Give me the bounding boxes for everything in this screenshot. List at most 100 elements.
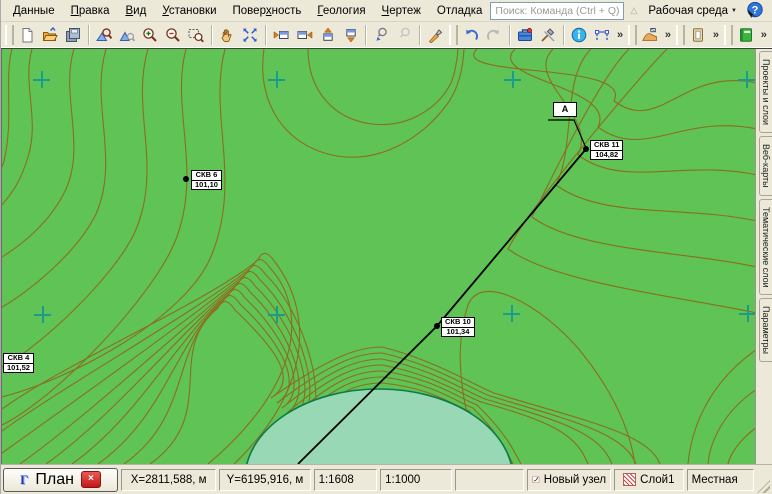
zoom-fragment-icon[interactable] [93,23,116,47]
tab-plan[interactable]: Г План × [3,468,118,492]
grid-cross-icon [503,305,520,322]
menu-item-2[interactable]: Правка [63,3,118,19]
side-panel-tabs: Проекты и слои Веб-карты Тематические слои… [755,49,772,464]
toolbar-separator [563,25,565,45]
scroll-down-icon[interactable] [339,23,362,47]
close-tab-icon[interactable]: × [81,471,101,488]
menu-item-6[interactable]: Геология [309,3,373,19]
open-folder-icon[interactable] [39,23,62,47]
toolbar-separator [265,25,267,45]
node-mode-button[interactable]: Новый узел [527,469,611,491]
toolbar-separator [88,25,90,45]
menu-item-3[interactable]: Вид [117,3,154,19]
side-tab-2[interactable]: Веб-карты [759,136,772,196]
project-box-icon[interactable] [514,23,537,47]
toolbar-separator [365,25,367,45]
app-window: ДанныеПравкаВидУстановкиПоверхностьГеоло… [0,0,772,494]
workspace-menu[interactable]: Рабочая среда ▼ [644,3,741,19]
fit-extents-icon[interactable] [239,23,262,47]
surface-tools-icon[interactable] [639,23,662,47]
help-icon[interactable]: ? [745,1,764,20]
lake [245,389,513,464]
borehole-label[interactable]: СКВ 11104,82 [590,140,623,160]
more-chevron-icon[interactable]: » [662,29,674,41]
coord-system-button[interactable]: Местная [687,469,755,491]
toolbar-grip[interactable] [5,25,14,45]
plan-view-icon: Г [20,472,28,488]
side-tab-1[interactable]: Проекты и слои [759,51,772,133]
style-brush-icon[interactable] [424,23,447,47]
borehole-point[interactable] [583,146,589,152]
sheets-tool-icon[interactable] [687,23,710,47]
pan-hand-icon[interactable] [216,23,239,47]
current-scale-field[interactable]: 1:1608 [314,469,378,491]
expand-triangle-icon: △ [631,5,638,16]
borehole-label[interactable]: СКВ 4101,52 [3,353,34,373]
map-canvas [2,49,755,464]
zoom-in-icon[interactable] [139,23,162,47]
grid-cross-icon [268,306,285,323]
grid-cross-icon [268,71,285,88]
toolbar-grip[interactable] [449,25,458,45]
zoom-to-scale-icon[interactable] [116,23,139,47]
chevron-down-icon: ▼ [731,8,737,14]
node-icon [532,473,540,486]
toolbar: » » » » [1,22,772,48]
scroll-left-icon[interactable] [270,23,293,47]
map-viewport[interactable]: СКВ 6101,10 СКВ 11104,82 СКВ 10101,34 СКВ 4… [1,49,755,464]
side-tab-3[interactable]: Тематические слои [759,199,772,296]
build-tools-icon[interactable] [537,23,560,47]
menu-item-8[interactable]: Отладка [429,3,491,19]
grid-cross-icon [738,71,755,88]
menu-item-1[interactable]: Данные [5,3,63,19]
redo-icon[interactable] [483,23,506,47]
menu-item-4[interactable]: Установки [154,3,224,19]
target-scale-field[interactable]: 1:1000 [380,469,451,491]
scroll-up-icon[interactable] [316,23,339,47]
command-search [490,2,623,20]
command-search-input[interactable] [491,4,622,18]
workspace-label: Рабочая среда [648,5,728,17]
select-fence-icon[interactable] [591,23,614,47]
menu-items: ДанныеПравкаВидУстановкиПоверхностьГеоло… [5,3,490,19]
borehole-point[interactable] [183,176,189,182]
borehole-point[interactable] [434,323,440,329]
more-chevron-icon[interactable]: » [758,29,770,41]
undo-icon[interactable] [460,23,483,47]
active-layer-label: Слой1 [640,474,674,486]
toolbar-grip[interactable] [676,25,685,45]
find-faded-icon[interactable] [393,23,416,47]
main-area: СКВ 6101,10 СКВ 11104,82 СКВ 10101,34 СКВ 4… [1,48,772,464]
more-chevron-icon[interactable]: » [710,29,722,41]
more-chevron-icon[interactable]: » [614,29,626,41]
grid-cross-icon [33,71,50,88]
resize-grip[interactable] [757,480,770,493]
menu-item-5[interactable]: Поверхность [225,3,310,19]
toolbar-grip[interactable] [628,25,637,45]
menu-bar: ДанныеПравкаВидУстановкиПоверхностьГеоло… [1,0,772,22]
scroll-right-icon[interactable] [293,23,316,47]
y-coordinate-readout: Y=6195,916, м [219,469,310,491]
info-icon[interactable] [568,23,591,47]
active-layer-button[interactable]: Слой1 [614,469,683,491]
toolbar-separator [509,25,511,45]
geology-book-icon[interactable] [735,23,758,47]
find-icon[interactable] [370,23,393,47]
point-a-label[interactable]: А [553,102,577,117]
zoom-out-icon[interactable] [162,23,185,47]
save-all-icon[interactable] [62,23,85,47]
toolbar-separator [211,25,213,45]
borehole-label[interactable]: СКВ 6101,10 [191,170,222,190]
status-bar: Г План × X=2811,588, м Y=6195,916, м 1:1… [1,464,772,494]
borehole-label[interactable]: СКВ 10101,34 [441,317,475,337]
x-coordinate-readout: X=2811,588, м [121,469,216,491]
new-document-icon[interactable] [16,23,39,47]
grid-cross-icon [34,306,51,323]
menu-item-7[interactable]: Чертеж [374,3,429,19]
spare-field [455,469,524,491]
side-tab-4[interactable]: Параметры [759,298,772,362]
tab-plan-label: План [35,471,74,489]
toolbar-grip[interactable] [724,25,733,45]
grid-cross-icon [739,305,755,322]
zoom-window-icon[interactable] [185,23,208,47]
